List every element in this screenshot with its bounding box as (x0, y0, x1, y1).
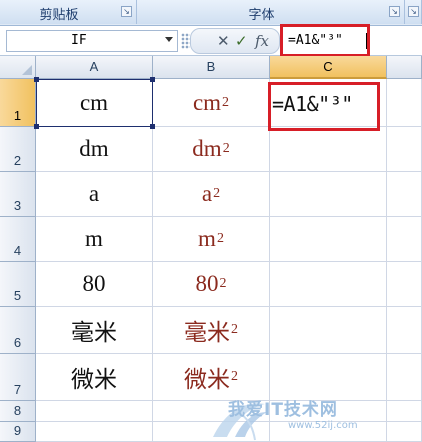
column-header-b[interactable]: B (153, 56, 270, 79)
cell-d6[interactable] (387, 307, 422, 354)
cell-b5[interactable]: 80 2 (153, 262, 270, 307)
row-header-9[interactable]: 9 (0, 422, 36, 442)
cell-a4[interactable]: m (36, 217, 153, 262)
referenced-cell-outline (34, 77, 155, 129)
cell-b2[interactable]: dm 2 (153, 127, 270, 172)
cell-d5[interactable] (387, 262, 422, 307)
row-header-7[interactable]: 7 (0, 354, 36, 401)
cell-c3[interactable] (270, 172, 387, 217)
cell-a5[interactable]: 80 (36, 262, 153, 307)
alignment-launcher-icon[interactable]: ↘ (408, 6, 419, 17)
clipboard-group-label: 剪贴板 (39, 7, 79, 22)
clipboard-launcher-icon[interactable]: ↘ (121, 6, 132, 17)
selection-handle (150, 77, 155, 82)
select-all-button[interactable] (0, 56, 36, 79)
name-box[interactable]: IF (6, 30, 178, 52)
cell-a7[interactable]: 微米 (36, 354, 153, 401)
selection-handle (150, 124, 155, 129)
cancel-icon[interactable]: ✕ (217, 32, 230, 50)
resize-grip-icon[interactable] (181, 33, 190, 49)
cell-b1[interactable]: cm 2 (153, 79, 270, 127)
clipboard-group[interactable]: 剪贴板 ↘ (0, 0, 137, 24)
cell-a3[interactable]: a (36, 172, 153, 217)
cell-b3[interactable]: a2 (153, 172, 270, 217)
chevron-down-icon[interactable] (165, 37, 173, 42)
column-header-d[interactable] (387, 56, 422, 79)
row-header-4[interactable]: 4 (0, 217, 36, 262)
formula-highlight-box (280, 24, 370, 57)
alignment-group[interactable]: ↘ (405, 0, 422, 24)
cell-c5[interactable] (270, 262, 387, 307)
row-header-2[interactable]: 2 (0, 127, 36, 172)
cell-highlight-box (268, 82, 380, 131)
cell-a2[interactable]: dm (36, 127, 153, 172)
superscript: 2 (231, 322, 238, 337)
ribbon-group-labels: 剪贴板 ↘ 字体 ↘ ↘ (0, 0, 422, 26)
cell-a6[interactable]: 毫米 (36, 307, 153, 354)
font-launcher-icon[interactable]: ↘ (389, 6, 400, 17)
font-group[interactable]: 字体 ↘ (137, 0, 405, 24)
cell-d3[interactable] (387, 172, 422, 217)
cell-d4[interactable] (387, 217, 422, 262)
insert-function-icon[interactable]: fx (255, 32, 269, 50)
cell-c2[interactable] (270, 127, 387, 172)
enter-icon[interactable]: ✓ (235, 32, 248, 50)
row-header-3[interactable]: 3 (0, 172, 36, 217)
watermark-url: www.52ij.com (288, 420, 358, 431)
row-header-6[interactable]: 6 (0, 307, 36, 354)
superscript: 2 (222, 94, 230, 110)
cell-c6[interactable] (270, 307, 387, 354)
selection-handle (34, 77, 39, 82)
cell-c4[interactable] (270, 217, 387, 262)
column-header-a[interactable]: A (36, 56, 153, 79)
selection-handle (34, 124, 39, 129)
watermark-title: 我爱IT技术网 (228, 400, 338, 420)
column-header-c[interactable]: C (270, 56, 387, 79)
cell-d1[interactable] (387, 79, 422, 127)
superscript: 2 (216, 231, 224, 246)
row-header-1[interactable]: 1 (0, 79, 36, 127)
row-header-8[interactable]: 8 (0, 401, 36, 422)
cell-b4[interactable]: m2 (153, 217, 270, 262)
cell-a8[interactable] (36, 401, 153, 422)
font-group-label: 字体 (248, 7, 275, 22)
name-box-value: IF (71, 33, 87, 48)
row-header-5[interactable]: 5 (0, 262, 36, 307)
superscript: 2 (219, 276, 227, 291)
cell-d2[interactable] (387, 127, 422, 172)
formula-buttons: ✕ ✓ fx (190, 28, 280, 54)
cell-b6[interactable]: 毫米 2 (153, 307, 270, 354)
superscript: 2 (213, 186, 221, 201)
superscript: 2 (222, 141, 230, 156)
cell-a9[interactable] (36, 422, 153, 442)
